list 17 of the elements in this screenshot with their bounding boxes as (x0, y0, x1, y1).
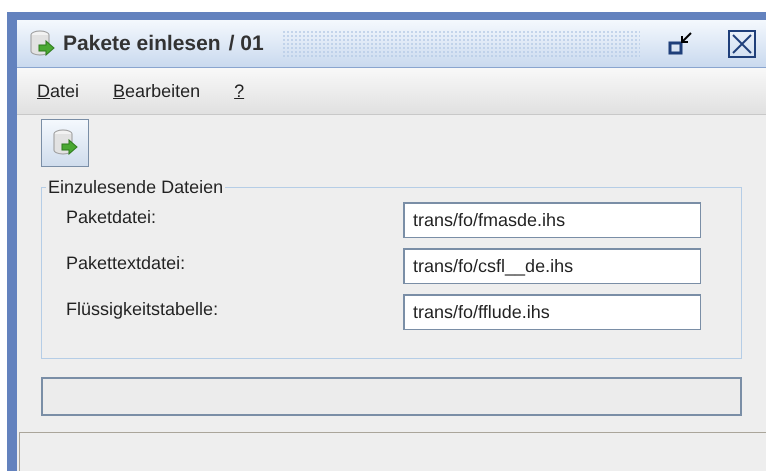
menu-item[interactable]: ? (232, 78, 246, 104)
database-arrow-icon (29, 30, 55, 58)
field-label: Pakettextdatei: (66, 252, 186, 275)
field-label: Flüssigkeitstabelle: (66, 298, 218, 321)
close-button[interactable] (728, 30, 756, 58)
window-number: / 01 (228, 30, 264, 57)
input-field[interactable]: trans/fo/fmasde.ihs (403, 202, 701, 238)
menu-item[interactable]: Bearbeiten (111, 78, 202, 104)
restore-icon (668, 30, 694, 56)
import-button[interactable] (41, 119, 89, 167)
menu-item[interactable]: Datei (35, 78, 82, 104)
database-arrow-icon (52, 129, 78, 157)
input-field[interactable]: trans/fo/csfl__de.ihs (403, 248, 701, 284)
window-title: Pakete einlesen (63, 30, 221, 57)
field-label: Paketdatei: (66, 206, 156, 229)
input-field[interactable]: trans/fo/fflude.ihs (403, 294, 701, 330)
close-icon (732, 34, 752, 54)
